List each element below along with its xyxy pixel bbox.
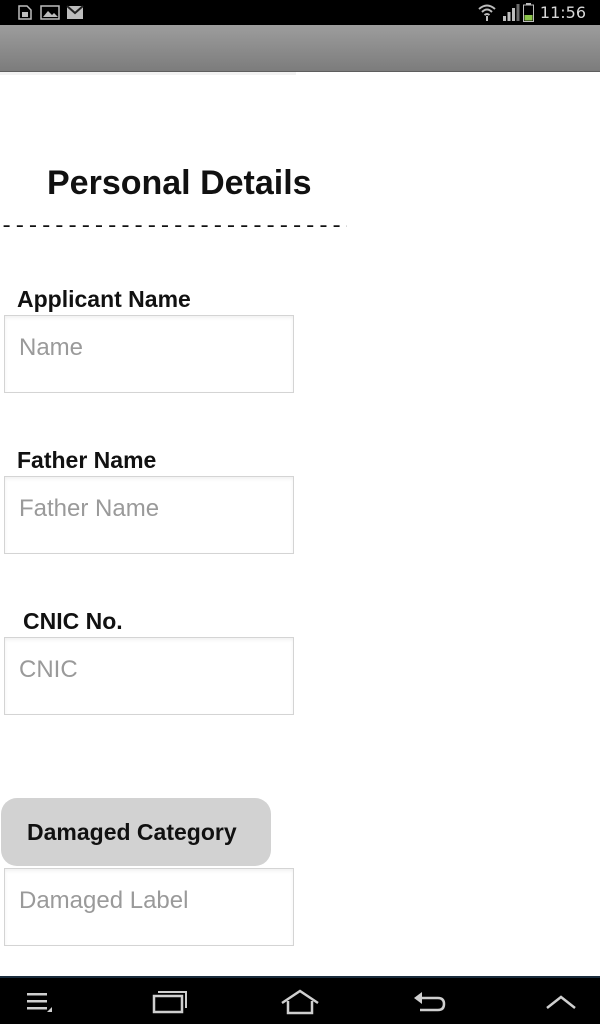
home-icon [281,989,319,1015]
sim-card-icon [18,5,32,20]
cnic-label: CNIC No. [23,608,123,634]
back-button[interactable] [405,986,455,1018]
father-name-input[interactable] [19,491,279,527]
recent-apps-icon [152,991,187,1014]
screen: 11:56 Personal Details -----------------… [0,0,600,1024]
recent-apps-button[interactable] [145,986,195,1018]
applicant-name-input[interactable] [19,330,279,366]
status-time: 11:56 [539,3,586,22]
applicant-name-field-box [4,315,294,393]
home-button[interactable] [275,986,325,1018]
up-icon [546,995,576,1009]
applicant-name-label: Applicant Name [17,286,191,312]
menu-icon [27,993,52,1012]
up-button[interactable] [536,986,586,1018]
action-bar [0,25,600,72]
menu-button[interactable] [16,986,66,1018]
battery-icon [523,3,534,22]
top-strip [0,72,296,75]
father-name-label: Father Name [17,447,157,473]
gmail-icon [66,5,84,19]
page-title: Personal Details [47,164,312,202]
status-bar: 11:56 [0,0,600,25]
back-icon [414,992,446,1012]
father-name-field-box [4,476,294,554]
navigation-bar [0,976,600,1024]
section-divider: ------------------------------ [0,216,347,238]
cnic-input[interactable] [19,652,279,688]
damaged-category-button[interactable]: Damaged Category [1,798,271,866]
image-icon [40,5,60,20]
damaged-label-input[interactable] [19,883,279,919]
damaged-label-field-box [4,868,294,946]
cnic-field-box [4,637,294,715]
wifi-icon [478,4,496,21]
signal-icon [503,4,520,21]
